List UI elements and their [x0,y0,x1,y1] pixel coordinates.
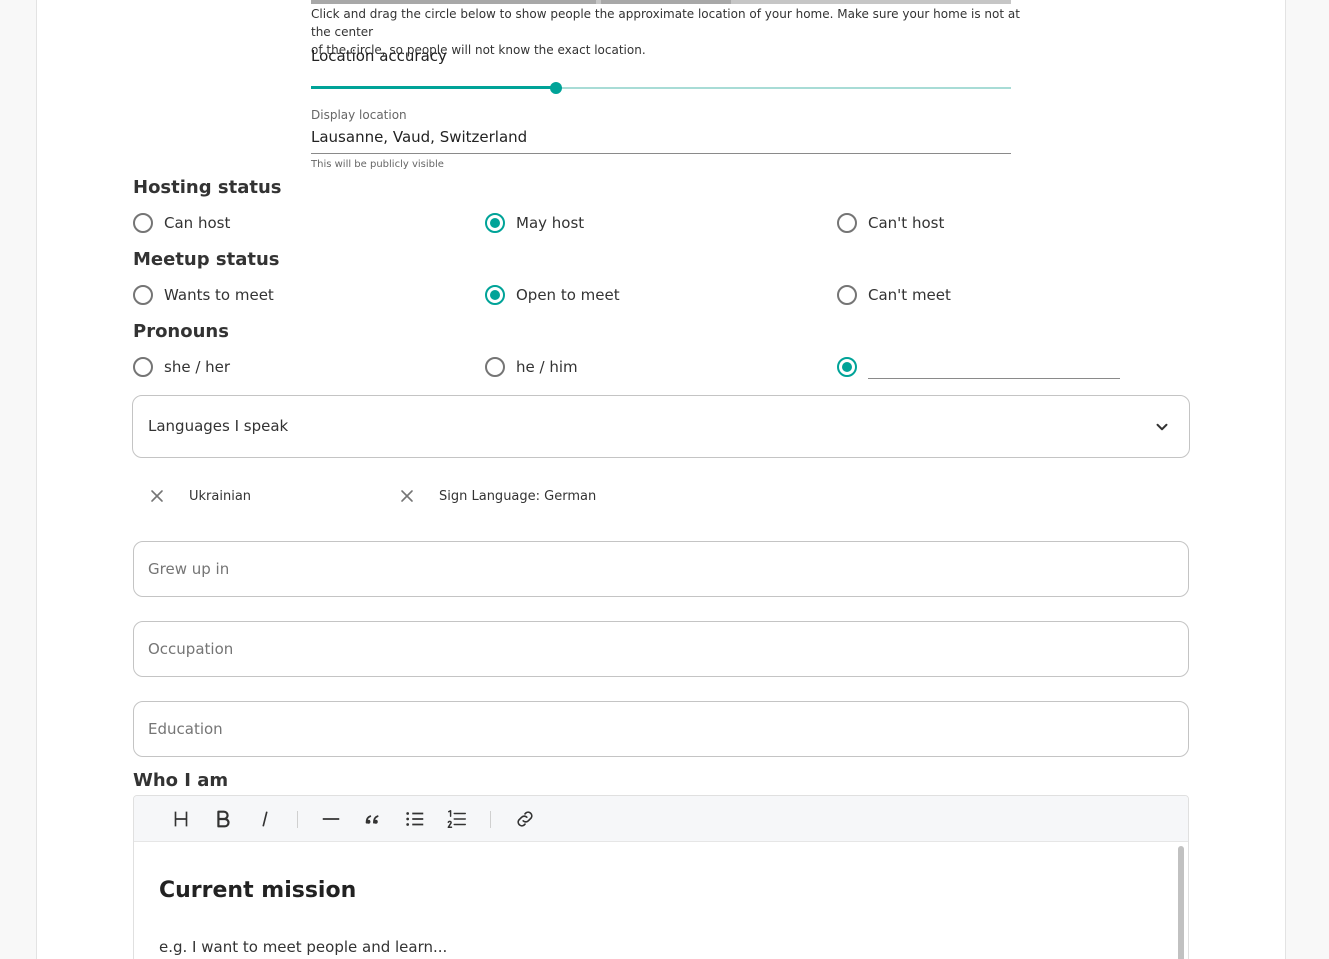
radio-circle[interactable] [133,285,153,305]
radio-label: Open to meet [516,286,620,304]
horizontal-rule-icon[interactable] [320,808,342,830]
display-location-input[interactable]: Lausanne, Vaud, Switzerland [311,124,1011,154]
grew-up-in-input[interactable] [133,541,1189,597]
radio-he-him[interactable]: he / him [485,355,578,379]
chip-label: Sign Language: German [439,488,597,504]
numbered-list-icon[interactable] [446,808,468,830]
close-icon[interactable] [399,488,415,504]
toolbar-separator [297,811,298,828]
radio-circle[interactable] [133,357,153,377]
editor-placeholder: e.g. I want to meet people and learn... [159,938,448,956]
location-map[interactable] [311,0,1011,4]
meetup-status-group: Wants to meet Open to meet Can't meet [133,283,1189,307]
radio-open-to-meet[interactable]: Open to meet [485,283,620,307]
radio-label: Can't host [868,214,945,232]
radio-circle-selected[interactable] [485,213,505,233]
radio-circle[interactable] [133,213,153,233]
radio-can-host[interactable]: Can host [133,211,230,235]
custom-pronoun-input[interactable] [868,353,1120,379]
chip-label: Ukrainian [189,488,252,504]
radio-circle-selected[interactable] [485,285,505,305]
who-i-am-title: Who I am [133,770,229,791]
slider-thumb[interactable] [550,82,562,94]
bullet-list-icon[interactable] [404,808,426,830]
language-chip: Sign Language: German [399,484,596,508]
quote-icon[interactable] [362,808,384,830]
radio-label: May host [516,214,585,232]
radio-circle[interactable] [485,357,505,377]
pronouns-group: she / her he / him [133,353,1189,379]
radio-label: Can't meet [868,286,951,304]
radio-wants-to-meet[interactable]: Wants to meet [133,283,274,307]
who-i-am-editor[interactable]: Current mission e.g. I want to meet peop… [133,795,1189,959]
hosting-status-title: Hosting status [133,177,282,198]
radio-may-host[interactable]: May host [485,211,584,235]
helper-line-1: Click and drag the circle below to show … [311,7,1020,39]
language-chip: Ukrainian [149,484,251,508]
radio-circle[interactable] [837,285,857,305]
radio-label: she / her [164,358,231,376]
display-location-hint: This will be publicly visible [311,159,444,170]
languages-select[interactable]: Languages I speak [132,395,1190,458]
location-accuracy-slider[interactable] [311,80,1011,96]
editor-heading: Current mission [159,878,357,903]
meetup-status-title: Meetup status [133,249,280,270]
languages-select-label: Languages I speak [148,417,289,435]
occupation-input[interactable] [133,621,1189,677]
bold-icon[interactable] [212,808,234,830]
heading-icon[interactable] [170,808,192,830]
location-accuracy-label: Location accuracy [311,47,447,65]
editor-scrollbar[interactable] [1178,846,1184,959]
toolbar-separator [490,811,491,828]
radio-label: Wants to meet [164,286,274,304]
radio-circle[interactable] [837,213,857,233]
education-input[interactable] [133,701,1189,757]
radio-cant-host[interactable]: Can't host [837,211,944,235]
slider-track[interactable] [311,86,556,89]
link-icon[interactable] [514,808,536,830]
chevron-down-icon[interactable] [1153,418,1171,436]
radio-cant-meet[interactable]: Can't meet [837,283,951,307]
italic-icon[interactable] [254,808,276,830]
close-icon[interactable] [149,488,165,504]
display-location-label: Display location [311,108,407,122]
editor-toolbar [134,796,1188,842]
hosting-status-group: Can host May host Can't host [133,211,1189,235]
radio-she-her[interactable]: she / her [133,355,230,379]
radio-circle-selected[interactable] [837,357,857,377]
radio-label: he / him [516,358,578,376]
pronouns-title: Pronouns [133,321,229,342]
radio-label: Can host [164,214,231,232]
radio-custom-pronoun[interactable] [837,355,857,379]
